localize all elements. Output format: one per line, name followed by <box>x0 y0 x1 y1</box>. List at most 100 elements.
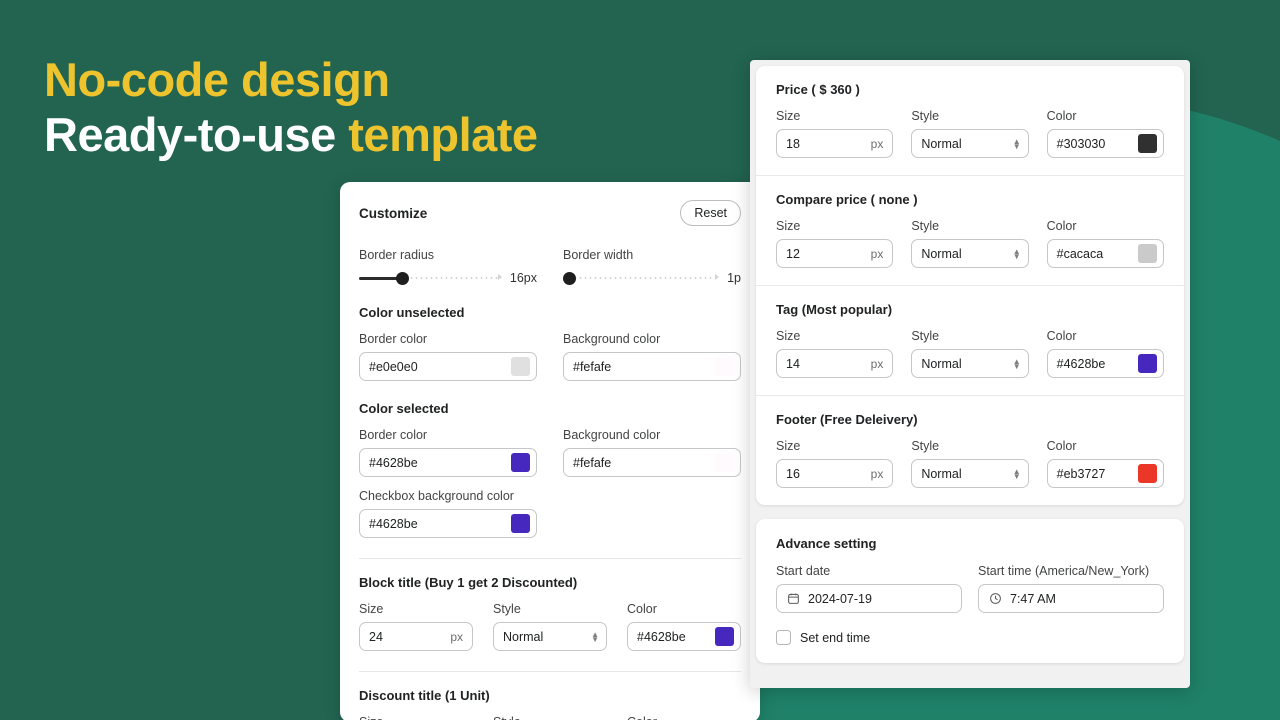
footer-size-value: 16 <box>786 466 800 481</box>
tag-size-unit: px <box>870 356 884 371</box>
slider-track-dots <box>563 277 719 279</box>
unselected-background-color-input[interactable]: #fefafe <box>563 352 741 381</box>
color-unselected-heading: Color unselected <box>359 305 465 320</box>
block-title-color-value: #4628be <box>637 629 686 644</box>
clock-icon <box>989 592 1002 605</box>
block-title-style-select[interactable]: Normal ▲ ▼ <box>493 622 607 651</box>
border-radius-label: Border radius <box>359 248 435 262</box>
color-selected-heading: Color selected <box>359 401 449 416</box>
discount-title-section: Discount title (1 Unit) Size Style Color <box>340 672 760 720</box>
unselected-border-color-label: Border color <box>359 332 428 346</box>
color-swatch[interactable] <box>1137 464 1157 483</box>
footer-style-label: Style <box>911 439 940 453</box>
slider-knob[interactable] <box>395 271 409 285</box>
footer-color-input[interactable]: #eb3727 <box>1046 459 1164 488</box>
footer-style-field: Style Normal ▲ ▼ <box>911 439 1029 488</box>
price-section-heading: Price ( $ 360 ) <box>776 82 860 97</box>
typography-settings-panel: Price ( $ 360 ) Size 18 px Style Normal … <box>750 60 1190 688</box>
block-title-size-unit: px <box>450 629 463 644</box>
color-swatch[interactable] <box>511 357 530 376</box>
color-swatch[interactable] <box>1137 354 1157 373</box>
start-time-field: Start time (America/New_York) 7:47 AM <box>978 564 1164 613</box>
tag-size-input[interactable]: 14 px <box>776 349 894 378</box>
unselected-border-color-input[interactable]: #e0e0e0 <box>359 352 537 381</box>
set-end-time-checkbox[interactable] <box>776 630 791 645</box>
color-swatch[interactable] <box>715 453 734 472</box>
unselected-background-color-label: Background color <box>563 332 661 346</box>
footer-style-select[interactable]: Normal ▲ ▼ <box>911 459 1029 488</box>
discount-title-style-label: Style <box>493 715 607 720</box>
border-width-slider-group: Border width 1p <box>563 248 741 285</box>
typography-card: Price ( $ 360 ) Size 18 px Style Normal … <box>756 66 1184 505</box>
selected-background-color-input[interactable]: #fefafe <box>563 448 741 477</box>
border-width-label: Border width <box>563 248 634 262</box>
tag-style-select[interactable]: Normal ▲ ▼ <box>911 349 1029 378</box>
color-swatch[interactable] <box>1137 134 1157 153</box>
compare-price-size-input[interactable]: 12 px <box>776 239 894 268</box>
price-size-input[interactable]: 18 px <box>776 129 894 158</box>
price-size-label: Size <box>776 109 801 123</box>
footer-size-label: Size <box>776 439 801 453</box>
footer-section: Footer (Free Deleivery) Size 16 px Style… <box>756 395 1184 505</box>
page-title: Customize <box>359 205 428 221</box>
tag-size-field: Size 14 px <box>776 329 894 378</box>
block-title-style-field: Style Normal ▲ ▼ <box>493 602 607 651</box>
selected-border-color-label: Border color <box>359 428 428 442</box>
color-swatch[interactable] <box>511 514 530 533</box>
price-style-select[interactable]: Normal ▲ ▼ <box>911 129 1029 158</box>
checkbox-background-color-field: Checkbox background color #4628be <box>359 489 537 538</box>
advance-setting-heading: Advance setting <box>776 536 877 551</box>
compare-price-size-unit: px <box>870 246 884 261</box>
discount-title-size-label: Size <box>359 715 473 720</box>
start-date-label: Start date <box>776 564 831 578</box>
selected-border-color-input[interactable]: #4628be <box>359 448 537 477</box>
tag-color-input[interactable]: #4628be <box>1046 349 1164 378</box>
block-title-size-field: Size 24 px <box>359 602 473 651</box>
start-time-input[interactable]: 7:47 AM <box>978 584 1164 613</box>
compare-price-size-value: 12 <box>786 246 800 261</box>
start-date-input[interactable]: 2024-07-19 <box>776 584 962 613</box>
color-swatch[interactable] <box>511 453 530 472</box>
checkbox-background-color-row: Checkbox background color #4628be <box>359 489 741 538</box>
block-title-size-input[interactable]: 24 px <box>359 622 473 651</box>
color-swatch[interactable] <box>715 357 734 376</box>
border-width-slider[interactable] <box>563 271 720 285</box>
border-radius-slider[interactable] <box>359 271 502 285</box>
compare-price-color-label: Color <box>1046 219 1077 233</box>
footer-size-input[interactable]: 16 px <box>776 459 894 488</box>
price-color-input[interactable]: #303030 <box>1046 129 1164 158</box>
tag-section-heading: Tag (Most popular) <box>776 302 893 317</box>
start-time-value: 7:47 AM <box>1010 591 1056 606</box>
color-swatch[interactable] <box>715 627 734 646</box>
compare-price-section: Compare price ( none ) Size 12 px Style … <box>756 175 1184 285</box>
price-style-label: Style <box>911 109 940 123</box>
customize-panel: Customize Reset Border radius 16px Borde… <box>340 182 760 720</box>
block-title-color-label: Color <box>627 602 657 616</box>
block-title-style-label: Style <box>493 602 521 616</box>
tag-style-value: Normal <box>921 356 962 371</box>
color-selected-fields: Border color #4628be Background color #f… <box>359 428 741 477</box>
compare-price-color-input[interactable]: #cacaca <box>1046 239 1164 268</box>
compare-price-style-select[interactable]: Normal ▲ ▼ <box>911 239 1029 268</box>
price-style-field: Style Normal ▲ ▼ <box>911 109 1029 158</box>
compare-price-size-label: Size <box>776 219 801 233</box>
block-title-section: Block title (Buy 1 get 2 Discounted) Siz… <box>340 559 760 672</box>
tag-style-label: Style <box>911 329 940 343</box>
block-title-color-input[interactable]: #4628be <box>627 622 741 651</box>
block-title-color-field: Color #4628be <box>627 602 741 651</box>
checkbox-background-color-input[interactable]: #4628be <box>359 509 537 538</box>
unselected-background-color-field: Background color #fefafe <box>563 332 741 381</box>
price-color-value: #303030 <box>1056 136 1106 151</box>
checkbox-background-color-label: Checkbox background color <box>359 489 514 503</box>
price-size-field: Size 18 px <box>776 109 894 158</box>
color-swatch[interactable] <box>1137 244 1157 263</box>
set-end-time-row[interactable]: Set end time <box>776 630 1164 645</box>
chevron-updown-icon: ▲ ▼ <box>591 629 599 644</box>
footer-section-heading: Footer (Free Deleivery) <box>776 412 918 427</box>
reset-button[interactable]: Reset <box>680 200 741 226</box>
selected-border-color-field: Border color #4628be <box>359 428 537 477</box>
border-radius-slider-group: Border radius 16px <box>359 248 537 285</box>
slider-knob[interactable] <box>563 271 576 285</box>
block-title-style-value: Normal <box>503 629 544 644</box>
